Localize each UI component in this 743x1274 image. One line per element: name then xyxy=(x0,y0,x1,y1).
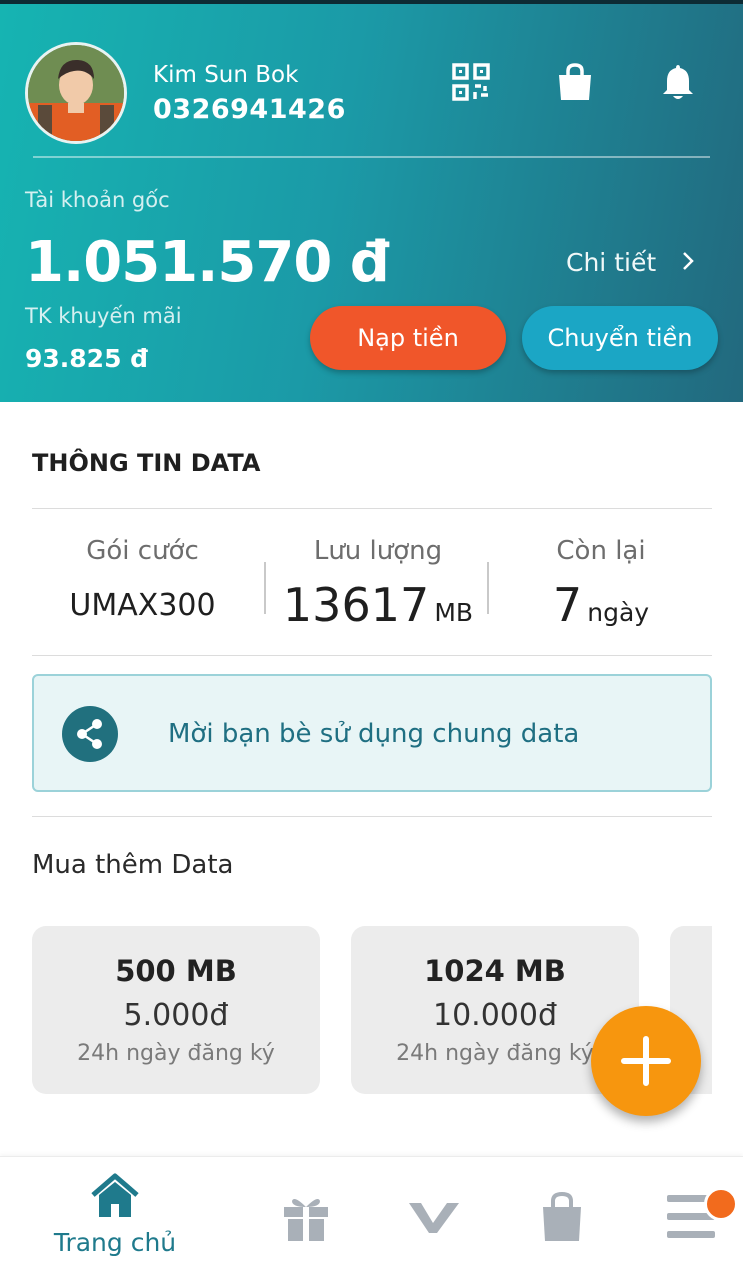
detail-link[interactable]: Chi tiết xyxy=(566,248,694,277)
main-account-label: Tài khoản gốc xyxy=(25,188,170,212)
plus-icon xyxy=(621,1036,671,1086)
volume-value-wrap: 13617 MB xyxy=(272,578,484,632)
stat-separator xyxy=(487,562,489,614)
transfer-button[interactable]: Chuyển tiền xyxy=(522,306,718,370)
divider xyxy=(32,655,712,656)
home-icon xyxy=(89,1173,141,1224)
promo-account-label: TK khuyến mãi xyxy=(25,304,182,328)
status-bar xyxy=(0,0,743,4)
divider xyxy=(32,508,712,509)
stat-separator xyxy=(264,562,266,614)
qr-code-icon[interactable] xyxy=(451,62,491,102)
remaining-value-wrap: 7 ngày xyxy=(495,578,707,632)
nav-shop[interactable] xyxy=(536,1157,588,1274)
plan-stat: Gói cước UMAX300 xyxy=(40,536,245,623)
package-price: 5.000đ xyxy=(123,998,229,1033)
bell-icon[interactable] xyxy=(658,62,698,102)
main-balance: 1.051.570 đ xyxy=(25,230,390,295)
nav-home-label: Trang chủ xyxy=(53,1228,177,1257)
volume-stat: Lưu lượng 13617 MB xyxy=(272,536,484,632)
user-phone: 0326941426 xyxy=(153,94,346,125)
remaining-unit: ngày xyxy=(587,598,650,627)
data-info-title: THÔNG TIN DATA xyxy=(32,449,261,477)
notification-dot xyxy=(704,1187,738,1221)
divider xyxy=(32,816,712,817)
remaining-value: 7 xyxy=(552,578,583,632)
topup-button[interactable]: Nạp tiền xyxy=(310,306,506,370)
package-size: 1024 MB xyxy=(424,954,566,988)
remaining-label: Còn lại xyxy=(556,536,646,566)
nav-brand[interactable] xyxy=(406,1157,462,1274)
shopping-bag-icon[interactable] xyxy=(555,62,595,102)
shopping-bag-icon xyxy=(539,1191,585,1248)
buy-more-title: Mua thêm Data xyxy=(32,850,234,880)
avatar[interactable] xyxy=(25,42,127,144)
header-divider xyxy=(33,156,710,158)
share-data-banner[interactable]: Mời bạn bè sử dụng chung data xyxy=(32,674,712,792)
package-validity: 24h ngày đăng ký xyxy=(77,1041,275,1066)
bottom-nav: Trang chủ xyxy=(0,1156,743,1274)
nav-gift[interactable] xyxy=(278,1157,334,1274)
nav-home[interactable]: Trang chủ xyxy=(52,1157,178,1274)
add-fab-button[interactable] xyxy=(591,1006,701,1116)
gift-icon xyxy=(280,1191,332,1248)
share-label: Mời bạn bè sử dụng chung data xyxy=(168,719,580,749)
detail-label: Chi tiết xyxy=(566,248,657,277)
plan-value: UMAX300 xyxy=(69,588,216,623)
chevron-right-icon xyxy=(682,248,694,277)
user-name: Kim Sun Bok xyxy=(153,62,299,88)
brand-v-icon xyxy=(407,1201,461,1240)
share-icon xyxy=(62,706,118,762)
volume-unit: MB xyxy=(434,598,474,627)
remaining-stat: Còn lại 7 ngày xyxy=(495,536,707,632)
promo-balance: 93.825 đ xyxy=(25,344,149,373)
volume-value: 13617 xyxy=(282,578,430,632)
volume-label: Lưu lượng xyxy=(313,536,443,566)
account-header: Kim Sun Bok 0326941426 Tài khoản gốc 1.0… xyxy=(0,0,743,402)
plan-label: Gói cước xyxy=(86,536,199,566)
package-size: 500 MB xyxy=(115,954,237,988)
package-card[interactable]: 500 MB 5.000đ 24h ngày đăng ký xyxy=(32,926,320,1094)
